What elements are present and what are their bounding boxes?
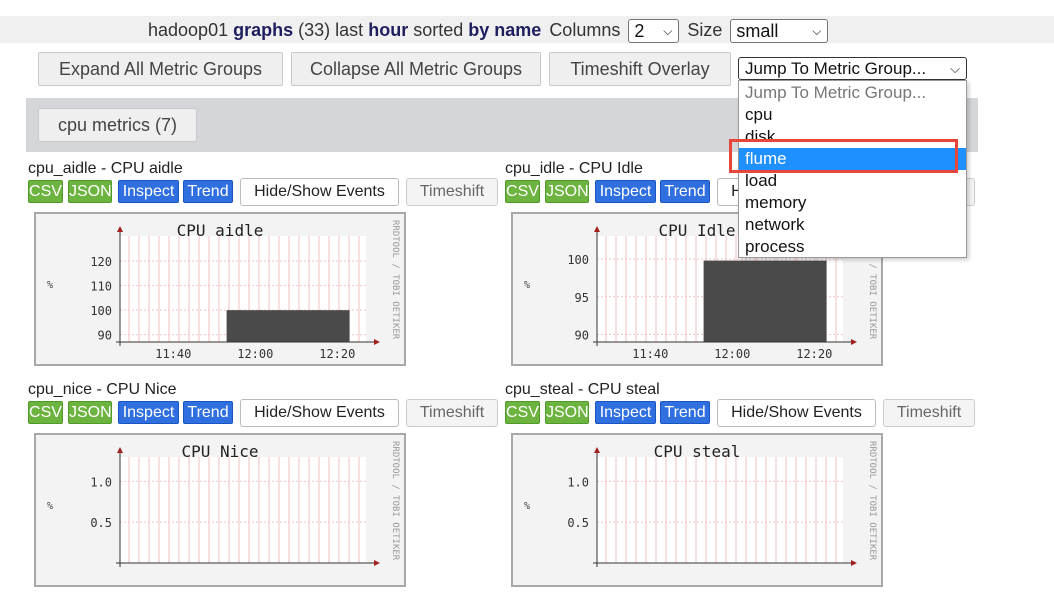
hide-show-events-button[interactable]: Hide/Show Events [717,399,876,427]
inspect-button[interactable]: Inspect [595,180,656,203]
rrdtool-credit: RRDTOOL / TOBI OETIKER [390,220,400,340]
y-tick-label: 0.5 [567,516,589,530]
graph-panel: cpu_nice - CPU Nice CSV JSON Inspect Trend Hi… [28,381,508,611]
y-tick-label: 0.5 [90,516,112,530]
y-tick-label: 90 [575,328,589,342]
y-tick-label: 1.0 [90,475,112,489]
y-tick-label: 110 [90,280,112,294]
dropdown-option-load[interactable]: load [739,170,966,192]
y-axis-label: % [524,501,530,512]
json-button[interactable]: JSON [68,180,112,203]
trend-button[interactable]: Trend [660,180,710,203]
trend-button[interactable]: Trend [660,401,710,424]
expand-all-button[interactable]: Expand All Metric Groups [38,52,283,86]
chart-svg: CPU Nice1.00.5% RRDTOOL / TOBI OETIKER [47,441,400,567]
y-axis-label: % [524,280,530,291]
graph-title: cpu_aidle - CPU aidle [28,160,183,177]
inspect-button[interactable]: Inspect [595,401,656,424]
graph-title: cpu_steal - CPU steal [505,381,660,398]
y-tick-label: 1.0 [567,475,589,489]
y-axis-arrow [117,447,123,453]
y-tick-label: 100 [90,304,112,318]
json-button[interactable]: JSON [68,401,112,424]
timeshift-button[interactable]: Timeshift [406,399,498,427]
dropdown-option-memory[interactable]: memory [739,192,966,214]
sort-order: by name [468,20,542,40]
json-button[interactable]: JSON [545,180,589,203]
chart-svg: CPU aidle1201101009011:40 12:00 12:20% RRDT… [47,220,400,361]
graph-title: cpu_idle - CPU Idle [505,160,643,177]
y-axis-label: % [47,280,53,291]
x-tick-label: 12:00 [714,347,750,361]
csv-button[interactable]: CSV [28,180,63,203]
inspect-button[interactable]: Inspect [118,401,179,424]
hide-show-events-button[interactable]: Hide/Show Events [240,178,399,206]
graph-panel: cpu_steal - CPU steal CSV JSON Inspect Trend… [505,381,985,611]
y-tick-label: 90 [98,329,112,343]
series-area [226,310,350,342]
chart-image[interactable]: CPU aidle 120 110 100 90 11:40 12:00 12:20% RRDT… [34,212,406,366]
hide-show-events-button[interactable]: Hide/Show Events [240,399,399,427]
x-tick-label: 11:40 [155,347,191,361]
chevron-down-icon: ⌵ [663,24,673,39]
csv-button[interactable]: CSV [28,401,63,424]
dropdown-option-network[interactable]: network [739,214,966,236]
jump-to-group-select[interactable]: Jump To Metric Group... ⌵ [738,57,967,80]
columns-label: Columns [549,20,621,40]
graph-panel: cpu_aidle - CPU aidle CSV JSON Inspect Trend… [28,160,508,390]
graph-count: (33) [298,20,331,40]
trend-button[interactable]: Trend [183,180,233,203]
chart-image[interactable]: CPU Nice 1.0 0.5% RRDTOOL / TOBI OETIKER [34,433,406,587]
size-label: Size [687,20,723,40]
graphs-word: graphs [233,20,294,40]
jump-to-group-dropdown: Jump To Metric Group... cpu disk flume load m… [738,80,967,258]
x-axis-arrow [851,560,857,566]
size-select[interactable]: small ⌵ [730,19,829,44]
time-range: hour [368,20,409,40]
graph-summary: hadoop01 graphs (33) last hour sorted by… [148,18,829,44]
timeshift-button[interactable]: Timeshift [883,399,975,427]
x-axis-arrow [374,339,380,345]
y-axis-label: % [47,501,53,512]
last-word: last [335,20,364,40]
chart-svg: CPU steal1.00.5% RRDTOOL / TOBI OETIKER [524,441,877,567]
inspect-button[interactable]: Inspect [118,180,179,203]
dropdown-option-jump-to-metric-group[interactable]: Jump To Metric Group... [739,82,966,104]
y-tick-label: 120 [90,255,112,269]
rrdtool-credit: RRDTOOL / TOBI OETIKER [390,441,400,561]
dropdown-option-flume[interactable]: flume [739,148,966,170]
timeshift-overlay-button[interactable]: Timeshift Overlay [549,52,731,86]
csv-button[interactable]: CSV [505,401,540,424]
dropdown-option-process[interactable]: process [739,236,966,258]
y-axis-arrow [117,226,123,232]
dropdown-option-disk[interactable]: disk [739,126,966,148]
chevron-down-icon: ⌵ [950,61,960,76]
y-tick-label: 95 [575,291,589,305]
y-tick-label: 100 [567,253,589,267]
cpu-metrics-group-button[interactable]: cpu metrics (7) [38,108,197,142]
x-axis-arrow [851,339,857,345]
chevron-down-icon: ⌵ [812,24,822,39]
x-tick-label: 12:20 [319,347,355,361]
x-tick-label: 11:40 [632,347,668,361]
host-name: hadoop01 [148,20,229,40]
json-button[interactable]: JSON [545,401,589,424]
collapse-all-button[interactable]: Collapse All Metric Groups [291,52,541,86]
sorted-word: sorted [413,20,464,40]
y-axis-arrow [594,226,600,232]
columns-select[interactable]: 2 ⌵ [628,19,680,44]
graph-title: cpu_nice - CPU Nice [28,381,177,398]
x-tick-label: 12:20 [796,347,832,361]
x-axis-arrow [374,560,380,566]
csv-button[interactable]: CSV [505,180,540,203]
timeshift-button[interactable]: Timeshift [406,178,498,206]
y-axis-arrow [594,447,600,453]
dropdown-option-cpu[interactable]: cpu [739,104,966,126]
chart-image[interactable]: CPU steal 1.0 0.5% RRDTOOL / TOBI OETIKER [511,433,883,587]
series-area [703,260,827,342]
x-tick-label: 12:00 [237,347,273,361]
trend-button[interactable]: Trend [183,401,233,424]
rrdtool-credit: RRDTOOL / TOBI OETIKER [867,441,877,561]
